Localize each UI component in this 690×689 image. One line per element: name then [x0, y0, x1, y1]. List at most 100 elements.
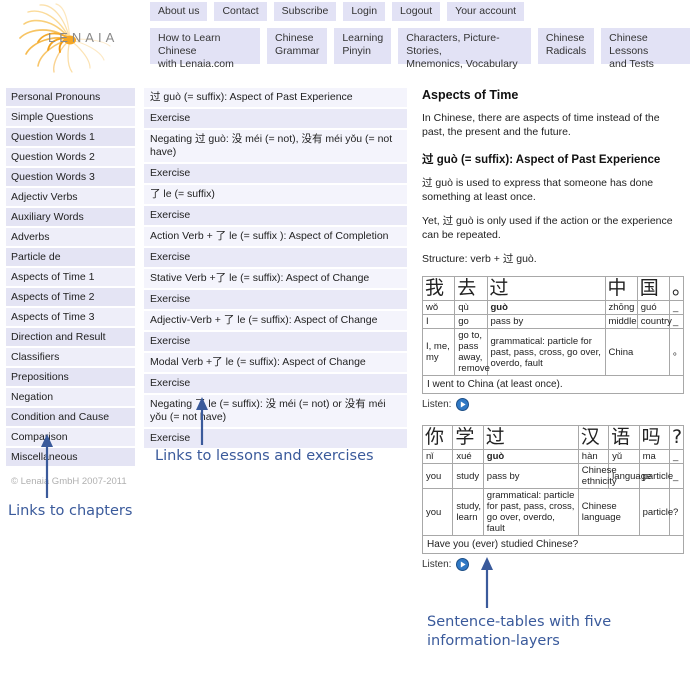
detail-row: I, me, my go to, pass away, remove grammat…	[421, 328, 684, 376]
sidebar-item-question-words-1[interactable]: Question Words 1	[6, 128, 135, 146]
lesson-link[interactable]: Negating 过 guò: 没 méi (= not), 没有 méi yǒ…	[144, 130, 407, 162]
sidebar-item-negation[interactable]: Negation	[6, 388, 135, 406]
annotation-chapters: Links to chapters	[8, 503, 133, 519]
play-audio-icon[interactable]	[456, 558, 470, 571]
detail-cell: you	[421, 488, 454, 536]
annotation-tables: Sentence-tables with five information-la…	[427, 614, 612, 649]
pinyin-row-cell: wǒ	[421, 300, 456, 315]
sentence-tables: 我去过中国。 wǒ qù guò zhōng guó _ Igo pass by middle co…	[421, 276, 690, 571]
pinyin-row-cell: nǐ	[421, 449, 454, 464]
detail-cell: grammatical: particle for past, pass, cr…	[482, 488, 579, 536]
exercise-link[interactable]: Exercise	[144, 429, 407, 448]
nav-about-us[interactable]: About us	[150, 2, 208, 21]
listen-row: Listen:	[422, 398, 684, 411]
lesson-link[interactable]: Action Verb + 了 le (= suffix ): Aspect o…	[144, 227, 407, 246]
sidebar-item-simple-questions[interactable]: Simple Questions	[6, 108, 135, 126]
listen-row: Listen:	[422, 558, 684, 571]
detail-cell: I, me, my	[421, 328, 456, 376]
sidebar-item-aspects-of-time-2[interactable]: Aspects of Time 2	[6, 288, 135, 306]
translation-row: I went to China (at least once).	[422, 375, 684, 394]
main-nav: How to Learn Chinese with Lenaia.com Chi…	[150, 28, 690, 70]
sidebar-item-auxiliary-words[interactable]: Auxiliary Words	[6, 208, 135, 226]
annotation-lessons: Links to lessons and exercises	[155, 448, 374, 464]
meaning-row: you study pass by Chinese ethnicity language…	[421, 463, 684, 489]
lenaia-logo[interactable]: LENAIA	[8, 2, 138, 74]
detail-cell: go to, pass away, remove	[454, 328, 490, 376]
pinyin-row-cell: guò	[482, 449, 579, 464]
hanzi-row: 你学过汉语吗?	[421, 425, 684, 450]
nav-characters-picture-stories[interactable]: Characters, Picture-Stories, Mnemonics, …	[398, 28, 531, 70]
sidebar-item-question-words-2[interactable]: Question Words 2	[6, 148, 135, 166]
hanzi-row-cell: 过	[486, 276, 606, 301]
listen-label: Listen:	[422, 399, 452, 410]
lesson-link[interactable]: Modal Verb +了 le (= suffix): Aspect of C…	[144, 353, 407, 372]
sidebar-item-prepositions[interactable]: Prepositions	[6, 368, 135, 386]
hanzi-row-cell: 语	[608, 425, 640, 450]
pinyin-row: nǐ xué guò hàn yǔ ma _	[421, 449, 684, 464]
nav-chinese-radicals[interactable]: Chinese Radicals	[537, 28, 595, 64]
nav-logout[interactable]: Logout	[392, 2, 441, 21]
logo-wordmark: LENAIA	[48, 30, 119, 45]
sentence-table-block: 我去过中国。 wǒ qù guò zhōng guó _ Igo pass by middle co…	[421, 276, 690, 411]
sidebar-item-adverbs[interactable]: Adverbs	[6, 228, 135, 246]
annotation-arrow-chapters	[41, 434, 53, 498]
exercise-link[interactable]: Exercise	[144, 109, 407, 128]
article-para-2: Yet, 过 guò is only used if the action or…	[422, 215, 673, 241]
lesson-link[interactable]: Stative Verb +了 le (= suffix): Aspect of…	[144, 269, 407, 288]
sidebar-item-particle-de[interactable]: Particle de	[6, 248, 135, 266]
nav-contact[interactable]: Contact	[214, 2, 267, 21]
sidebar-item-adjectiv-verbs[interactable]: Adjectiv Verbs	[6, 188, 135, 206]
page-header: LENAIA About us Contact Subscribe Login …	[0, 0, 690, 78]
nav-learning-pinyin[interactable]: Learning Pinyin	[334, 28, 392, 64]
detail-cell: Chinese language	[577, 488, 640, 536]
meaning-row-cell: study	[452, 463, 484, 489]
pinyin-row: wǒ qù guò zhōng guó _	[421, 300, 684, 315]
meaning-row-cell: Chinese ethnicity	[577, 463, 617, 489]
exercise-link[interactable]: Exercise	[144, 374, 407, 393]
hanzi-row-cell: ?	[669, 425, 684, 450]
exercise-link[interactable]: Exercise	[144, 290, 407, 309]
meaning-row: Igo pass by middle country _	[421, 314, 684, 329]
sidebar-item-classifiers[interactable]: Classifiers	[6, 348, 135, 366]
nav-how-to-learn-chinese[interactable]: How to Learn Chinese with Lenaia.com	[150, 28, 260, 70]
detail-cell: study, learn	[452, 488, 484, 536]
sidebar-item-direction-and-result[interactable]: Direction and Result	[6, 328, 135, 346]
sidebar-item-aspects-of-time-3[interactable]: Aspects of Time 3	[6, 308, 135, 326]
nav-chinese-grammar[interactable]: Chinese Grammar	[266, 28, 328, 64]
pinyin-row-cell: hàn	[577, 449, 610, 464]
nav-chinese-lessons-and-tests[interactable]: Chinese Lessons and Tests	[601, 28, 690, 70]
page-title: Aspects of Time	[422, 88, 519, 102]
sidebar-item-personal-pronouns[interactable]: Personal Pronouns	[6, 88, 135, 106]
sidebar-item-question-words-3[interactable]: Question Words 3	[6, 168, 135, 186]
lesson-link[interactable]: 了 le (= suffix)	[144, 185, 407, 204]
nav-subscribe[interactable]: Subscribe	[273, 2, 337, 21]
sidebar-item-comparison[interactable]: Comparison	[6, 428, 135, 446]
pinyin-row-cell: xué	[452, 449, 484, 464]
translation-row: Have you (ever) studied Chinese?	[422, 535, 684, 554]
nav-login[interactable]: Login	[343, 2, 386, 21]
nav-your-account[interactable]: Your account	[447, 2, 525, 21]
top-nav: About us Contact Subscribe Login Logout …	[150, 2, 525, 21]
exercise-link[interactable]: Exercise	[144, 248, 407, 267]
exercise-link[interactable]: Exercise	[144, 206, 407, 225]
translation-cell: Have you (ever) studied Chinese?	[422, 535, 684, 554]
hanzi-row-cell: 学	[452, 425, 484, 450]
sidebar-item-aspects-of-time-1[interactable]: Aspects of Time 1	[6, 268, 135, 286]
chapter-sidebar: Personal Pronouns Simple Questions Questio…	[6, 88, 135, 487]
pinyin-row-cell: guò	[486, 300, 606, 315]
sidebar-item-condition-and-cause[interactable]: Condition and Cause	[6, 408, 135, 426]
pinyin-row-cell: _	[669, 449, 684, 464]
meaning-row-cell: particle	[638, 463, 673, 489]
detail-cell: 。	[669, 328, 684, 376]
sidebar-item-miscellaneous[interactable]: Miscellaneous	[6, 448, 135, 466]
hanzi-row-cell: 去	[454, 276, 488, 301]
lesson-link[interactable]: Negating 了 le (= suffix): 没 méi (= not) …	[144, 395, 407, 427]
exercise-link[interactable]: Exercise	[144, 332, 407, 351]
lesson-link[interactable]: Adjectiv-Verb + 了 le (= suffix): Aspect …	[144, 311, 407, 330]
hanzi-row-cell: 你	[421, 425, 454, 450]
lesson-link[interactable]: 过 guò (= suffix): Aspect of Past Experie…	[144, 88, 407, 107]
pinyin-row-cell: yǔ	[608, 449, 640, 464]
play-audio-icon[interactable]	[456, 398, 470, 411]
exercise-link[interactable]: Exercise	[144, 164, 407, 183]
detail-cell: grammatical: particle for past, pass, cr…	[486, 328, 606, 376]
